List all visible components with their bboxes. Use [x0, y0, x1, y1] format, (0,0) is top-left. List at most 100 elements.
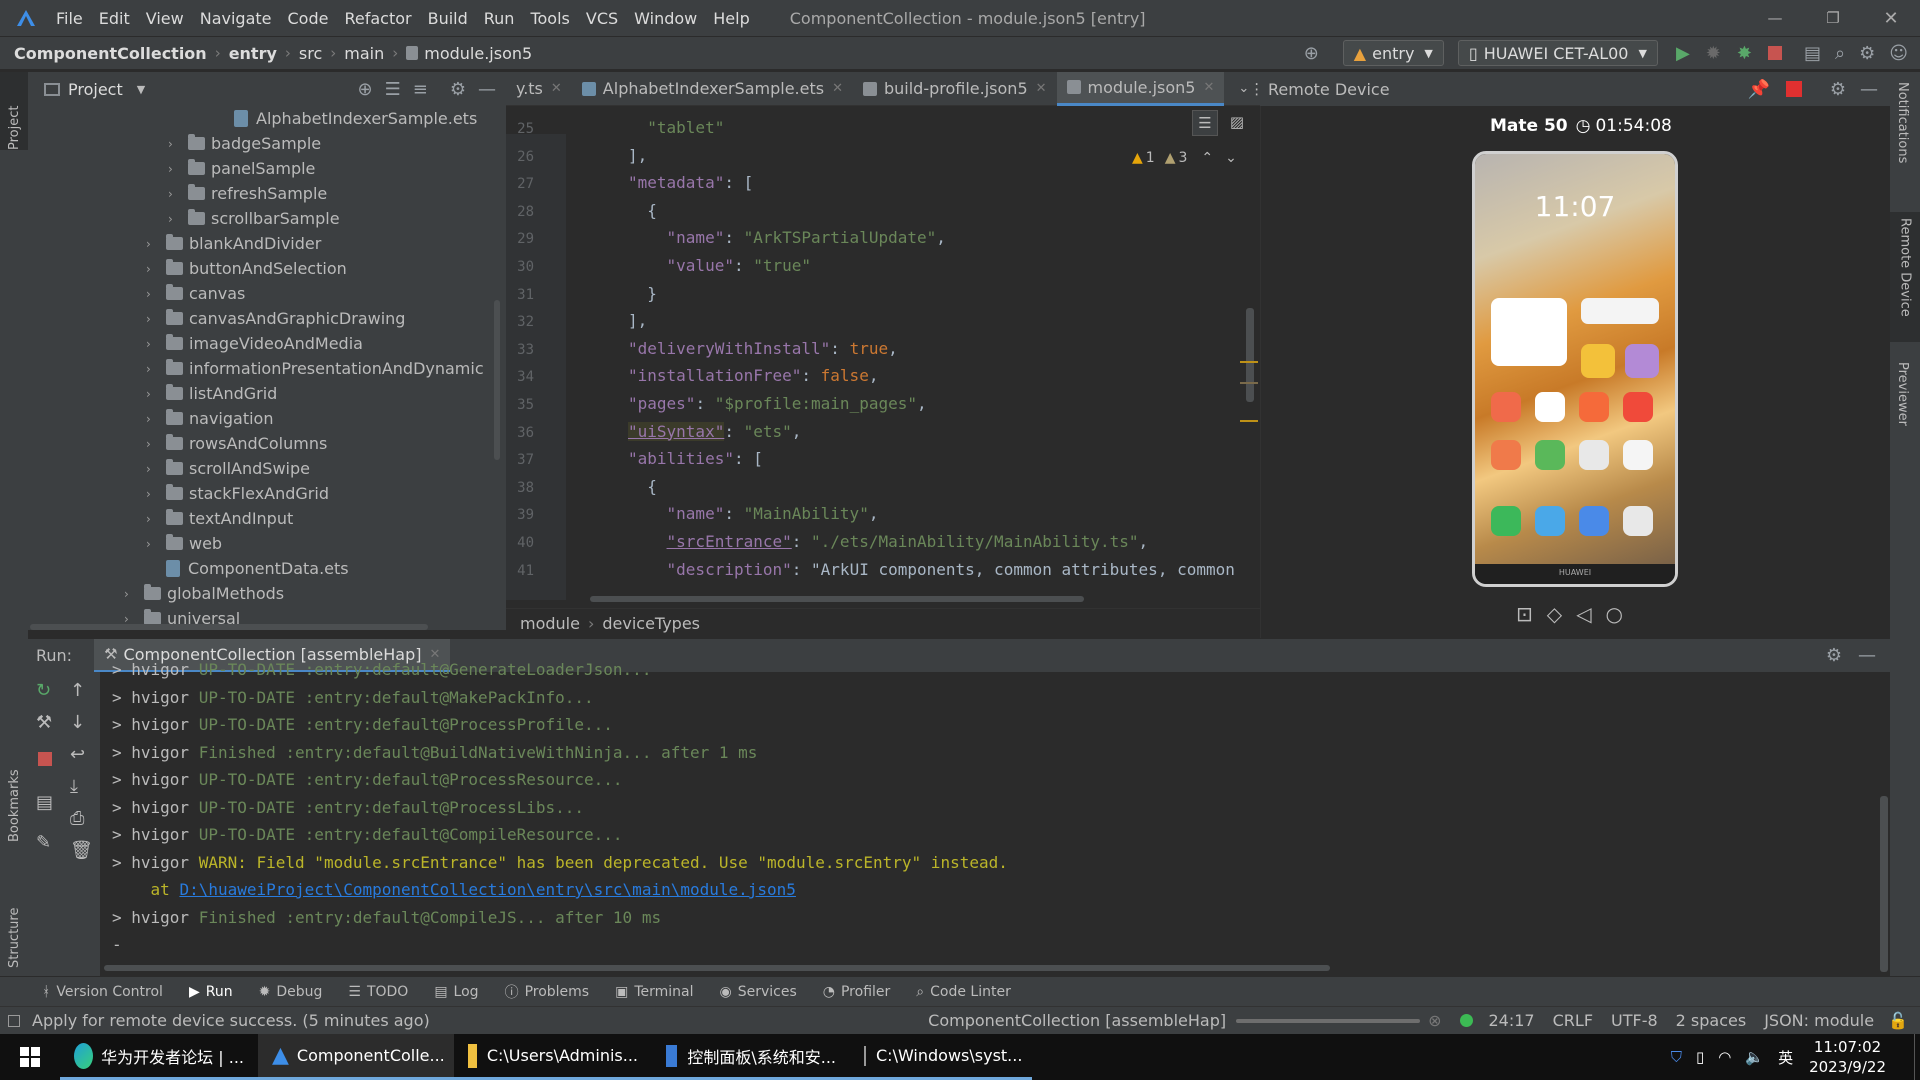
home-icon[interactable]: ○	[1606, 602, 1623, 626]
app-icon[interactable]	[1581, 344, 1615, 378]
target-icon[interactable]: ⊕	[1304, 43, 1319, 64]
chevron-right-icon[interactable]: ›	[146, 512, 158, 526]
tree-scrollbar[interactable]	[494, 300, 500, 460]
tree-file[interactable]: AlphabetIndexerSample.ets	[234, 106, 477, 131]
phone-app-icon[interactable]	[1491, 506, 1521, 536]
chevron-down-icon[interactable]: ⌄	[1225, 150, 1237, 166]
close-tab-icon[interactable]: ✕	[551, 81, 562, 96]
chevron-right-icon[interactable]: ›	[168, 212, 180, 226]
expand-all-icon[interactable]: ☰	[385, 79, 401, 100]
tree-folder[interactable]: › informationPresentationAndDynamic	[146, 356, 484, 381]
cancel-task-icon[interactable]: ⊗	[1428, 1011, 1441, 1030]
app-icon[interactable]	[1535, 440, 1565, 470]
camera-app-icon[interactable]	[1623, 506, 1653, 536]
tab-module-json5[interactable]: module.json5 ✕	[1056, 71, 1225, 106]
tree-folder[interactable]: › blankAndDivider	[146, 231, 321, 256]
tool-tab-terminal[interactable]: ▣ Terminal	[615, 984, 693, 1000]
structure-tool-button[interactable]: Structure	[0, 878, 28, 968]
app-icon[interactable]	[1625, 344, 1659, 378]
back-icon[interactable]: ◁	[1576, 602, 1591, 626]
attach-debugger-icon[interactable]: ✸	[1737, 43, 1752, 64]
chevron-right-icon[interactable]: ›	[146, 437, 158, 451]
tree-folder[interactable]: › refreshSample	[168, 181, 327, 206]
chevron-right-icon[interactable]: ›	[168, 137, 180, 151]
close-tab-icon[interactable]: ✕	[1203, 80, 1214, 95]
code-line[interactable]: "tablet"	[628, 118, 724, 137]
chevron-right-icon[interactable]: ›	[146, 287, 158, 301]
tree-folder[interactable]: › listAndGrid	[146, 381, 277, 406]
chevron-right-icon[interactable]: ›	[146, 487, 158, 501]
hide-panel-icon[interactable]: —	[1858, 645, 1876, 666]
restore-icon[interactable]: ❐	[1804, 9, 1862, 27]
layout-icon[interactable]: ▤	[36, 792, 53, 813]
tree-file[interactable]: ComponentData.ets	[166, 556, 349, 581]
taskbar-item-cmd[interactable]: C:\Windows\syst...	[850, 1034, 1032, 1080]
tab-y-ts[interactable]: y.ts ✕	[506, 72, 572, 106]
console-scrollbar[interactable]	[1880, 796, 1888, 972]
scroll-to-end-icon[interactable]: ⤓	[70, 776, 78, 797]
code-line[interactable]: "installationFree": false,	[628, 366, 878, 385]
notifications-tool-button[interactable]: Notifications	[1895, 82, 1910, 167]
tool-tab-log[interactable]: ▤ Log	[434, 984, 478, 1000]
code-line[interactable]: "pages": "$profile:main_pages",	[628, 394, 927, 413]
indent-setting[interactable]: 2 spaces	[1676, 1011, 1747, 1030]
error-stripe-mark[interactable]	[1240, 361, 1258, 363]
tree-folder[interactable]: › canvas	[146, 281, 245, 306]
chevron-right-icon[interactable]: ›	[146, 262, 158, 276]
caret-position[interactable]: 24:17	[1489, 1011, 1535, 1030]
code-line[interactable]: "uiSyntax": "ets",	[628, 421, 801, 441]
code-line[interactable]: "metadata": [	[628, 173, 753, 192]
screenshot-icon[interactable]: ⊡	[1516, 602, 1533, 626]
close-icon[interactable]: ✕	[1862, 8, 1920, 29]
messages-app-icon[interactable]	[1535, 506, 1565, 536]
code-line[interactable]: "deliveryWithInstall": true,	[628, 339, 898, 358]
app-icon[interactable]	[1579, 392, 1609, 422]
breadcrumb-module[interactable]: entry	[229, 44, 277, 63]
app-icon[interactable]	[1623, 440, 1653, 470]
taskbar-item-control-panel[interactable]: 控制面板\系统和安...	[652, 1034, 850, 1080]
console-file-link[interactable]: D:\huaweiProject\ComponentCollection\ent…	[179, 880, 796, 899]
chevron-right-icon[interactable]: ›	[146, 237, 158, 251]
debug-icon[interactable]: ✹	[1706, 43, 1721, 64]
menu-vcs[interactable]: VCS	[586, 9, 618, 28]
tree-folder[interactable]: › rowsAndColumns	[146, 431, 327, 456]
menu-navigate[interactable]: Navigate	[200, 9, 272, 28]
tool-tab-run[interactable]: ▶ Run	[189, 984, 233, 1000]
project-tool-button[interactable]: Project	[0, 72, 28, 150]
device-select[interactable]: ▯ HUAWEI CET-AL00 ▼	[1457, 40, 1658, 66]
status-message[interactable]: Apply for remote device success. (5 minu…	[32, 1011, 430, 1030]
tab-build-profile[interactable]: build-profile.json5 ✕	[853, 72, 1057, 106]
tabs-overflow-icon[interactable]: ⌄	[1238, 81, 1249, 96]
settings-icon[interactable]: ⚙	[1859, 43, 1875, 64]
browser-app-icon[interactable]	[1579, 506, 1609, 536]
reader-mode-icon[interactable]: ☰	[1192, 110, 1218, 136]
code-line[interactable]: {	[628, 477, 657, 496]
chevron-right-icon[interactable]: ›	[146, 412, 158, 426]
tree-folder[interactable]: › scrollAndSwipe	[146, 456, 310, 481]
menu-view[interactable]: View	[146, 9, 184, 28]
menu-run[interactable]: Run	[484, 9, 515, 28]
search-icon[interactable]: ⌕	[1835, 43, 1845, 64]
chevron-right-icon[interactable]: ›	[146, 387, 158, 401]
close-tab-icon[interactable]: ✕	[832, 81, 843, 96]
menu-help[interactable]: Help	[713, 9, 749, 28]
trash-icon[interactable]: 🗑	[70, 840, 93, 861]
chevron-right-icon[interactable]: ›	[146, 337, 158, 351]
breadcrumb-src[interactable]: src	[299, 44, 322, 63]
print-icon[interactable]: ⎙	[70, 808, 84, 829]
up-arrow-icon[interactable]: ↑	[70, 680, 85, 701]
pin-icon[interactable]: ✎	[36, 832, 51, 853]
inspection-widget[interactable]: ▲ 1 ▲ 3 ⌃ ⌄	[1132, 150, 1237, 166]
menu-window[interactable]: Window	[634, 9, 697, 28]
breadcrumb-file[interactable]: module.json5	[424, 44, 532, 63]
taskbar-item-ide[interactable]: ▲ ComponentColle...	[258, 1034, 454, 1080]
rerun-icon[interactable]: ↻	[36, 680, 51, 701]
menu-file[interactable]: File	[56, 9, 83, 28]
bookmarks-tool-button[interactable]: Bookmarks	[0, 752, 28, 842]
chevron-right-icon[interactable]: ›	[146, 362, 158, 376]
tree-folder[interactable]: › scrollbarSample	[168, 206, 340, 231]
phone-screen[interactable]: 11:07 HUAWEI	[1472, 151, 1678, 587]
phone-widget[interactable]	[1581, 298, 1659, 324]
volume-icon[interactable]: 🔈	[1745, 1048, 1764, 1066]
hide-panel-icon[interactable]: —	[478, 79, 496, 100]
